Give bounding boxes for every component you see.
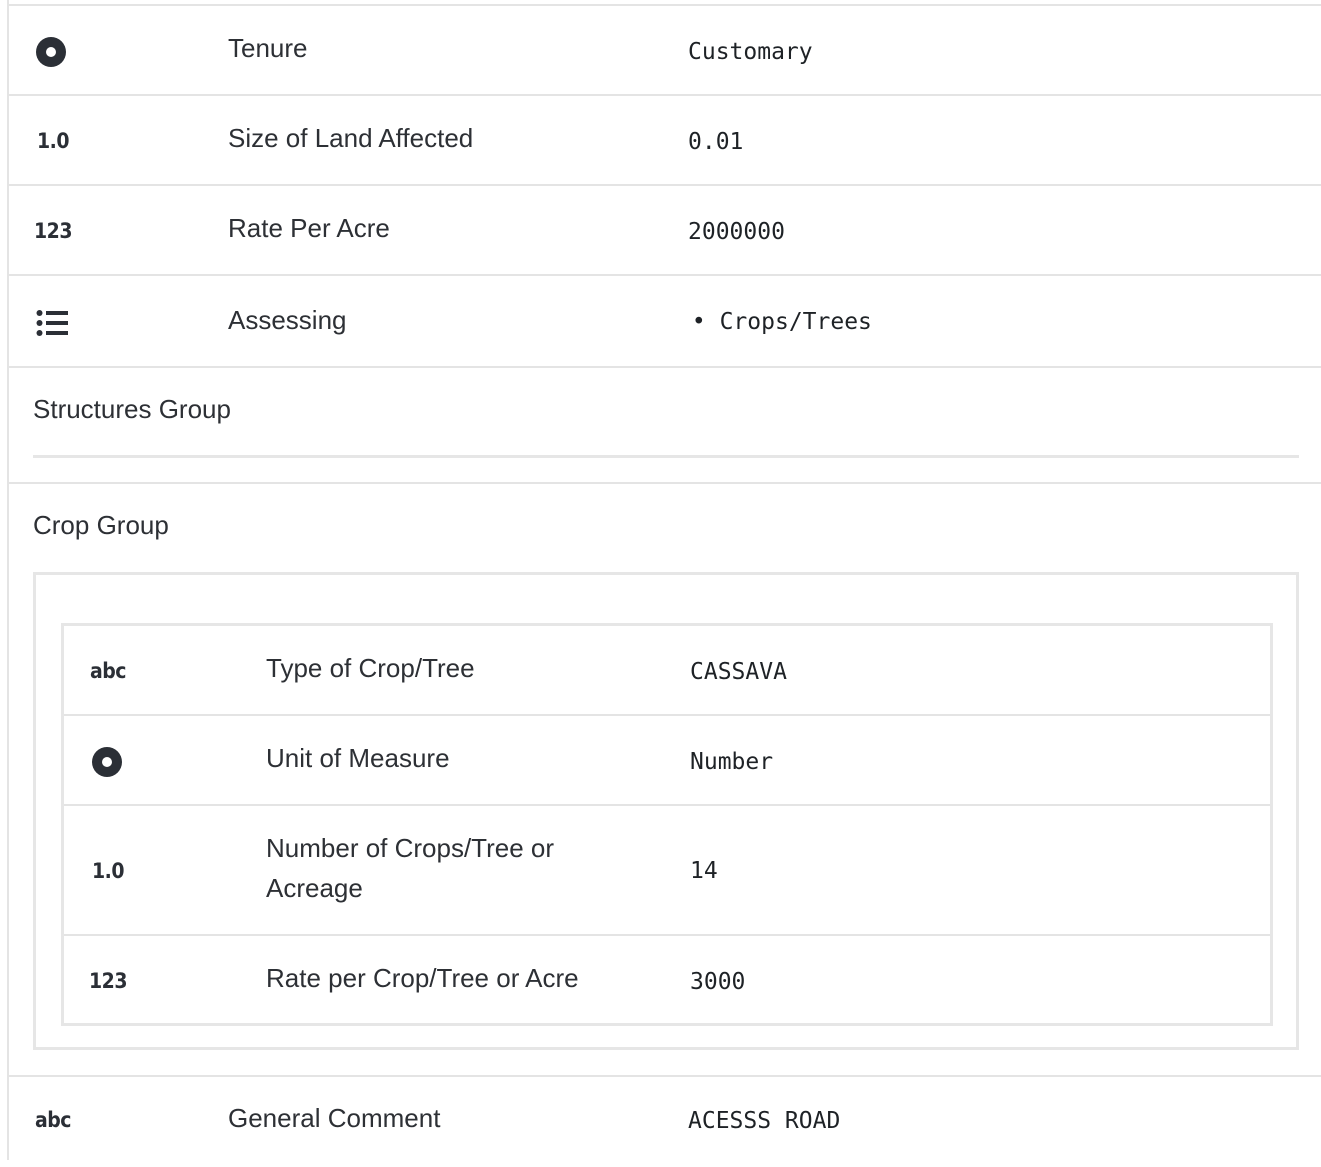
field-row-unit-of-measure: Unit of Measure Number [64,716,1270,806]
group-title: Structures Group [33,394,231,424]
field-label: Number of Crops/Tree or Acreage [266,833,555,903]
text-field-icon: abc [90,659,126,683]
list-icon [35,306,69,340]
radio-icon [89,744,125,780]
field-value: CASSAVA [690,659,787,685]
field-value: 3000 [690,969,746,995]
field-label: Rate Per Acre [228,213,390,243]
crop-group-container: abc Type of Crop/Tree CASSAVA Unit of Me… [33,572,1299,1050]
field-label: Size of Land Affected [228,123,474,153]
field-row-general-comment: abc General Comment ACESSS ROAD [9,1077,1321,1167]
decimal-number-icon: 1.0 [92,859,124,883]
list-item: Crops/Trees [692,309,872,335]
field-row-rate-per-acre: 123 Rate Per Acre 2000000 [9,186,1321,276]
field-value: 2000000 [688,219,785,245]
field-label: Type of Crop/Tree [266,653,475,683]
field-value: Customary [688,39,813,65]
structures-group: Structures Group [9,368,1321,484]
field-label: Assessing [228,305,347,335]
crop-group-entry: abc Type of Crop/Tree CASSAVA Unit of Me… [61,623,1273,1026]
decimal-number-icon: 1.0 [37,129,69,153]
field-label: General Comment [228,1103,441,1133]
field-value: Number [690,749,774,775]
field-row-tenure: Tenure Customary [9,6,1321,96]
field-row-land-size: 1.0 Size of Land Affected 0.01 [9,96,1321,186]
field-row-assessing: Assessing Crops/Trees [9,276,1321,368]
field-row-crop-count: 1.0 Number of Crops/Tree or Acreage 14 [64,806,1270,936]
form-view: Tenure Customary 1.0 Size of Land Affect… [7,0,1321,1160]
field-value: 14 [690,858,718,884]
field-value: ACESSS ROAD [688,1108,841,1134]
integer-number-icon: 123 [34,219,72,243]
field-label: Rate per Crop/Tree or Acre [266,963,579,993]
field-label: Unit of Measure [266,743,450,773]
text-field-icon: abc [35,1108,71,1132]
field-label: Tenure [228,33,308,63]
group-divider [33,455,1299,458]
field-row-crop-rate: 123 Rate per Crop/Tree or Acre 3000 [64,936,1270,1026]
group-title: Crop Group [33,510,169,540]
integer-number-icon: 123 [89,969,127,993]
field-row-crop-type: abc Type of Crop/Tree CASSAVA [64,626,1270,716]
field-value-list: Crops/Trees [692,309,872,335]
field-value: 0.01 [688,129,744,155]
radio-icon [33,34,69,70]
